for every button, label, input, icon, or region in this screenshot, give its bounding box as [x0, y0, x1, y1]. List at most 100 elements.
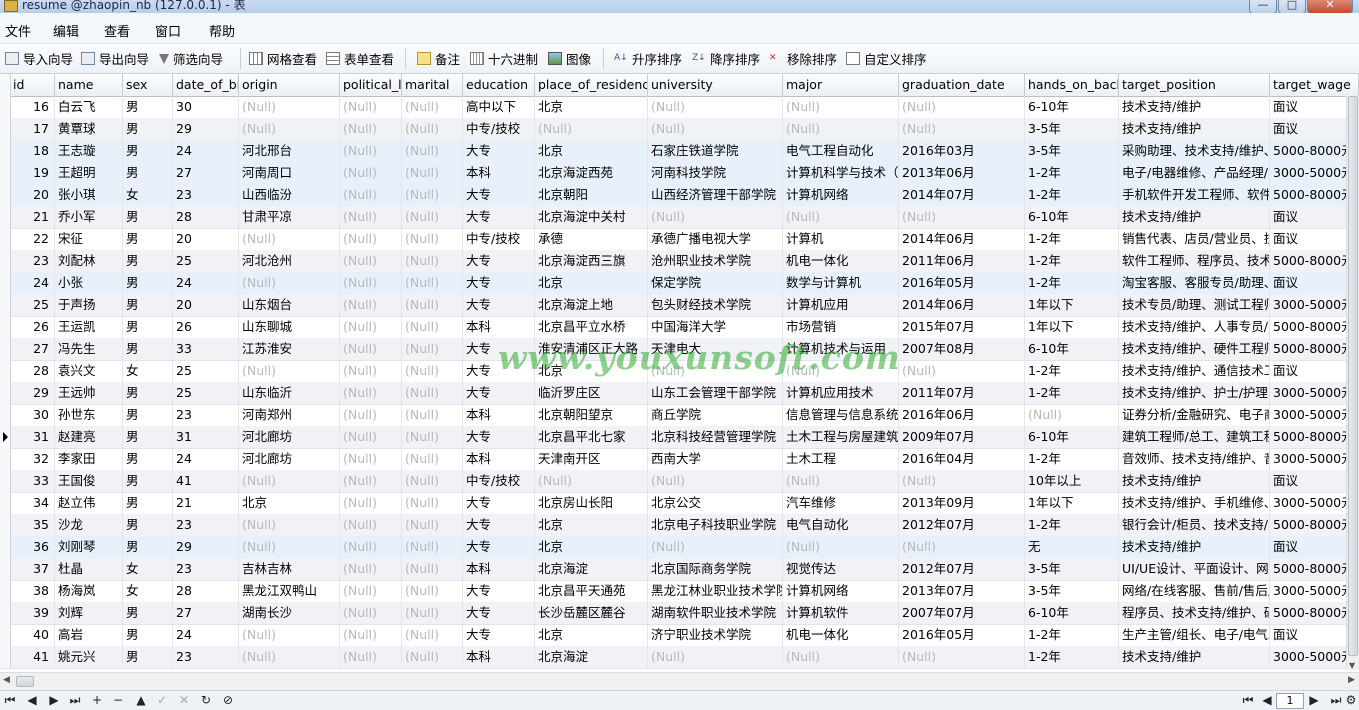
- cell-political-la[interactable]: (Null): [340, 118, 402, 140]
- cell-major[interactable]: (Null): [783, 536, 899, 558]
- table-row[interactable]: 34 赵立伟男 21 北京 (Null) (Null) 大专 北京房山长阳 北京公交 汽车维修 20…: [0, 492, 1359, 515]
- cell-place-of-residence[interactable]: 淮安清浦区正大路: [535, 338, 648, 360]
- cell-origin[interactable]: (Null): [239, 96, 340, 118]
- cell-marital[interactable]: (Null): [402, 162, 463, 184]
- cell-major[interactable]: 数学与计算机: [783, 272, 899, 294]
- cell-education[interactable]: 大专: [463, 514, 535, 536]
- cell-name[interactable]: 于声扬: [55, 294, 123, 316]
- table-row[interactable]: 21 乔小军男 28 甘肃平凉 (Null) (Null) 大专 北京海淀中关村 (Null)(…: [0, 206, 1359, 229]
- cell-place-of-residence[interactable]: 承德: [535, 228, 648, 250]
- column-header-13[interactable]: target_position: [1119, 74, 1270, 96]
- cell-origin[interactable]: (Null): [239, 514, 340, 536]
- cell-date-of-bir[interactable]: 28: [173, 206, 239, 228]
- cell-university[interactable]: 山东工会管理干部学院: [648, 382, 783, 404]
- cell-education[interactable]: 大专: [463, 272, 535, 294]
- cell-place-of-residence[interactable]: 北京朝阳: [535, 184, 648, 206]
- cell-origin[interactable]: 山东烟台: [239, 294, 340, 316]
- cell-major[interactable]: 计算机网络: [783, 580, 899, 602]
- cell-marital[interactable]: (Null): [402, 514, 463, 536]
- cell-sex[interactable]: 女: [123, 558, 173, 580]
- cell-sex[interactable]: 男: [123, 206, 173, 228]
- horizontal-scroll-thumb[interactable]: [16, 676, 34, 687]
- cell-education[interactable]: 大专: [463, 184, 535, 206]
- cell-marital[interactable]: (Null): [402, 536, 463, 558]
- cell-target-position[interactable]: 证券分析/金融研究、电子商: [1119, 404, 1270, 426]
- cell-target-position[interactable]: 技术支持/维护: [1119, 470, 1270, 492]
- cell-sex[interactable]: 女: [123, 360, 173, 382]
- cell-id[interactable]: 39: [10, 602, 55, 624]
- cell-political-la[interactable]: (Null): [340, 514, 402, 536]
- cell-graduation-date[interactable]: 2014年06月: [899, 228, 1025, 250]
- cell-name[interactable]: 孙世东: [55, 404, 123, 426]
- cell-id[interactable]: 34: [10, 492, 55, 514]
- cell-place-of-residence[interactable]: 北京昌平立水桥: [535, 316, 648, 338]
- cell-education[interactable]: 本科: [463, 558, 535, 580]
- cell-education[interactable]: 中专/技校: [463, 118, 535, 140]
- maximize-button[interactable]: □: [1278, 0, 1306, 13]
- table-row[interactable]: 32 李家田男 24 河北廊坊 (Null) (Null) 本科 天津南开区 西南大学 土木工程 2…: [0, 448, 1359, 471]
- cell-hands-on-backg[interactable]: 1年以下: [1025, 316, 1119, 338]
- last-record-icon[interactable]: ⏭: [67, 693, 83, 708]
- cell-place-of-residence[interactable]: 北京昌平天通苑: [535, 580, 648, 602]
- cell-place-of-residence[interactable]: 北京: [535, 536, 648, 558]
- cell-id[interactable]: 35: [10, 514, 55, 536]
- cell-hands-on-backg[interactable]: 1-2年: [1025, 184, 1119, 206]
- cell-major[interactable]: 信息管理与信息系统: [783, 404, 899, 426]
- cell-graduation-date[interactable]: 2007年07月: [899, 602, 1025, 624]
- cell-date-of-bir[interactable]: 23: [173, 184, 239, 206]
- cell-hands-on-backg[interactable]: 6-10年: [1025, 96, 1119, 118]
- hex-button[interactable]: 十六进制: [470, 50, 538, 67]
- cell-hands-on-backg[interactable]: 6-10年: [1025, 426, 1119, 448]
- cell-university[interactable]: (Null): [648, 646, 783, 668]
- cell-political-la[interactable]: (Null): [340, 470, 402, 492]
- cell-education[interactable]: 本科: [463, 316, 535, 338]
- column-header-6[interactable]: marital: [402, 74, 463, 96]
- cell-place-of-residence[interactable]: 北京海淀西苑: [535, 162, 648, 184]
- cell-graduation-date[interactable]: (Null): [899, 206, 1025, 228]
- cell-university[interactable]: 济宁职业技术学院: [648, 624, 783, 646]
- cell-graduation-date[interactable]: (Null): [899, 118, 1025, 140]
- cell-origin[interactable]: 河南郑州: [239, 404, 340, 426]
- cell-sex[interactable]: 女: [123, 580, 173, 602]
- cell-origin[interactable]: 河北廊坊: [239, 448, 340, 470]
- table-row[interactable]: 35 沙龙男 23 (Null) (Null) (Null) 大专 北京 北京电子科技职业学院电…: [0, 514, 1359, 537]
- cell-name[interactable]: 冯先生: [55, 338, 123, 360]
- table-row[interactable]: 22 宋征男 20 (Null) (Null) (Null) 中专/技校 承德 承德广播电视大学…: [0, 228, 1359, 251]
- cell-name[interactable]: 李家田: [55, 448, 123, 470]
- cell-graduation-date[interactable]: 2014年07月: [899, 184, 1025, 206]
- cell-sex[interactable]: 男: [123, 492, 173, 514]
- cell-id[interactable]: 17: [10, 118, 55, 140]
- cell-graduation-date[interactable]: 2016年06月: [899, 404, 1025, 426]
- cell-political-la[interactable]: (Null): [340, 250, 402, 272]
- cell-name[interactable]: 王远帅: [55, 382, 123, 404]
- cell-marital[interactable]: (Null): [402, 580, 463, 602]
- cell-target-position[interactable]: 银行会计/柜员、技术支持/: [1119, 514, 1270, 536]
- cell-place-of-residence[interactable]: (Null): [535, 118, 648, 140]
- cell-origin[interactable]: (Null): [239, 272, 340, 294]
- cell-name[interactable]: 王志璇: [55, 140, 123, 162]
- cell-sex[interactable]: 男: [123, 272, 173, 294]
- menu-file[interactable]: 文件: [5, 21, 31, 40]
- cell-political-la[interactable]: (Null): [340, 184, 402, 206]
- menu-edit[interactable]: 编辑: [53, 21, 79, 40]
- table-row[interactable]: 20 张小琪女 23 山西临汾 (Null) (Null) 大专 北京朝阳 山西经济管理干部学院…: [0, 184, 1359, 207]
- cell-hands-on-backg[interactable]: 1年以下: [1025, 492, 1119, 514]
- cell-date-of-bir[interactable]: 24: [173, 140, 239, 162]
- cell-id[interactable]: 29: [10, 382, 55, 404]
- cell-hands-on-backg[interactable]: 3-5年: [1025, 118, 1119, 140]
- cell-name[interactable]: 姚元兴: [55, 646, 123, 668]
- cell-target-position[interactable]: 技术支持/维护: [1119, 536, 1270, 558]
- cell-marital[interactable]: (Null): [402, 360, 463, 382]
- cell-political-la[interactable]: (Null): [340, 580, 402, 602]
- cell-graduation-date[interactable]: 2013年07月: [899, 580, 1025, 602]
- cell-political-la[interactable]: (Null): [340, 294, 402, 316]
- cell-political-la[interactable]: (Null): [340, 316, 402, 338]
- cell-marital[interactable]: (Null): [402, 492, 463, 514]
- cell-political-la[interactable]: (Null): [340, 206, 402, 228]
- cell-university[interactable]: (Null): [648, 118, 783, 140]
- horizontal-scrollbar[interactable]: ◀ ▶: [0, 672, 1359, 690]
- cell-target-position[interactable]: 技术支持/维护、护士/护理、: [1119, 382, 1270, 404]
- cell-hands-on-backg[interactable]: 3-5年: [1025, 580, 1119, 602]
- cell-hands-on-backg[interactable]: 1-2年: [1025, 448, 1119, 470]
- cell-graduation-date[interactable]: 2013年09月: [899, 492, 1025, 514]
